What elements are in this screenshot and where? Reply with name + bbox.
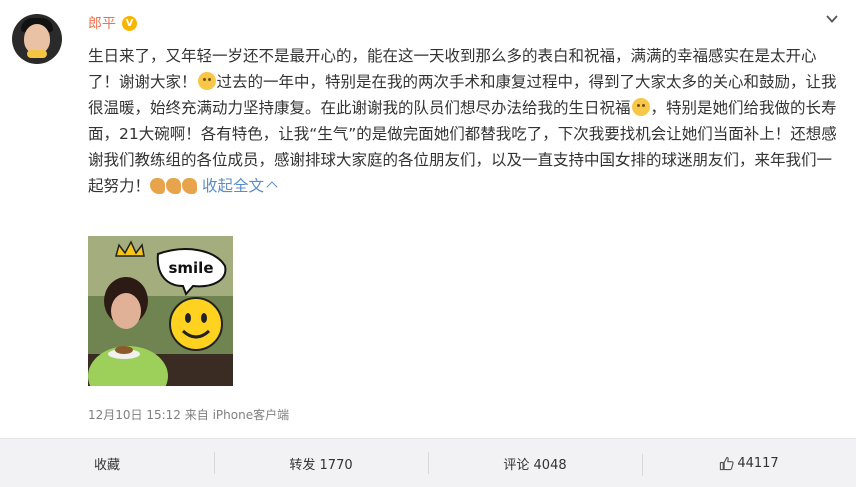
- comment-button[interactable]: 评论 4048: [428, 451, 642, 474]
- muscle-emoji-icon: [182, 178, 198, 194]
- thumbs-up-icon: [720, 456, 734, 470]
- muscle-emoji-icon: [166, 178, 182, 194]
- favorite-button[interactable]: 收藏: [0, 454, 214, 473]
- verified-badge-icon[interactable]: V: [122, 15, 137, 31]
- photo-sticker-text: smile: [168, 259, 213, 277]
- comment-label: 评论 4048: [503, 457, 567, 473]
- chevron-up-icon: [266, 181, 278, 193]
- post-text: 生日来了，又年轻一岁还不是最开心的，能在这一天收到那么多的表白和祝福，满满的幸福…: [88, 43, 844, 199]
- photo-illustration: smile: [88, 236, 233, 386]
- post-meta: 12月10日 15:12 来自 iPhone客户端: [88, 406, 289, 423]
- like-button[interactable]: 44117: [642, 453, 856, 476]
- favorite-label: 收藏: [93, 457, 120, 473]
- username[interactable]: 郎平: [88, 13, 116, 33]
- post-source[interactable]: 来自 iPhone客户端: [185, 408, 289, 422]
- like-count: 44117: [737, 455, 779, 471]
- shy-emoji-icon: [631, 98, 650, 116]
- crying-emoji-icon: [197, 72, 216, 90]
- action-bar: 收藏 转发 1770 评论 4048 44117: [0, 438, 856, 487]
- repost-label: 转发 1770: [289, 457, 353, 473]
- repost-button[interactable]: 转发 1770: [214, 451, 428, 474]
- author-row: 郎平 V: [88, 12, 137, 34]
- muscle-emoji-icon: [150, 178, 166, 194]
- collapse-full-text-link[interactable]: 收起全文: [202, 177, 278, 195]
- post-photo[interactable]: smile: [88, 236, 233, 386]
- avatar[interactable]: [12, 14, 62, 64]
- post-timestamp[interactable]: 12月10日 15:12: [88, 408, 181, 422]
- chevron-down-icon[interactable]: [826, 13, 838, 25]
- collapse-label: 收起全文: [202, 177, 265, 195]
- avatar-cake: [27, 50, 47, 58]
